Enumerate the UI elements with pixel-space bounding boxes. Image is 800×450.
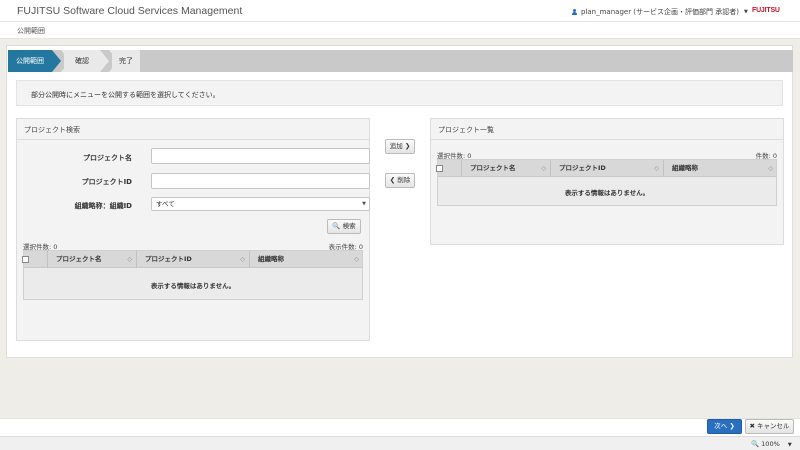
user-menu[interactable]: plan_manager (サービス企画・評価部門 承認者) ▼: [571, 7, 748, 17]
cancel-button-label: キャンセル: [757, 422, 790, 430]
chevron-right-icon: ❯: [729, 422, 735, 430]
user-name: plan_manager (サービス企画・評価部門 承認者): [581, 8, 739, 16]
project-id-label: プロジェクトID: [81, 178, 132, 186]
column-label: プロジェクト名: [56, 255, 102, 263]
column-project-id[interactable]: プロジェクトID ◇: [551, 160, 664, 177]
header-checkbox-cell: [22, 251, 48, 268]
status-bar: 🔍 100% ▼: [0, 436, 800, 450]
footer-bar: [0, 418, 800, 436]
zoom-icon: 🔍: [751, 440, 760, 448]
column-label: 組織略称: [672, 164, 698, 172]
panel-title: プロジェクト検索: [24, 126, 80, 134]
project-name-label: プロジェクト名: [83, 154, 132, 162]
sort-icon: ◇: [768, 165, 773, 172]
chevron-down-icon: ▼: [787, 442, 792, 448]
breadcrumb-bar: 公開範囲: [0, 22, 800, 39]
column-label: 組織略称: [258, 255, 284, 263]
org-select[interactable]: すべて ▼: [151, 197, 370, 211]
close-icon: ✖: [749, 422, 755, 430]
cancel-button[interactable]: ✖ キャンセル: [745, 419, 794, 434]
add-button-label: 追加: [389, 142, 403, 150]
project-name-input[interactable]: [151, 148, 370, 164]
sort-icon: ◇: [240, 256, 245, 263]
step-scope: 公開範囲: [8, 50, 52, 72]
column-org[interactable]: 組織略称 ◇: [250, 251, 363, 268]
project-search-panel: プロジェクト検索 プロジェクト名 プロジェクトID 組織略称：組織ID すべて …: [16, 118, 370, 341]
project-list-table: プロジェクト名 ◇ プロジェクトID ◇ 組織略称 ◇ 表示する情報はありません…: [436, 159, 777, 206]
search-results-table: プロジェクト名 ◇ プロジェクトID ◇ 組織略称 ◇ 表示する情報はありません…: [22, 250, 363, 300]
empty-message: 表示する情報はありません。: [150, 282, 236, 290]
chevron-down-icon: ▼: [362, 201, 366, 207]
instruction-box: 部分公開時にメニューを公開する範囲を選択してください。: [16, 80, 783, 106]
project-id-input[interactable]: [151, 173, 370, 189]
column-org[interactable]: 組織略称 ◇: [664, 160, 777, 177]
divider: [431, 139, 783, 140]
zoom-control[interactable]: 🔍 100% ▼: [751, 440, 792, 448]
divider: [17, 139, 369, 140]
step-arrow: [52, 50, 61, 72]
column-project-id[interactable]: プロジェクトID ◇: [137, 251, 250, 268]
step-confirm: 確認: [64, 50, 100, 72]
search-button[interactable]: 🔍 検索: [327, 219, 361, 234]
select-all-checkbox[interactable]: [22, 256, 29, 263]
column-label: プロジェクト名: [470, 164, 516, 172]
chevron-right-icon: ❯: [404, 142, 411, 150]
chevron-down-icon: ▼: [744, 9, 748, 15]
main-panel: 公開範囲 確認 完了 部分公開時にメニューを公開する範囲を選択してください。 プ…: [6, 45, 793, 358]
instruction-text: 部分公開時にメニューを公開する範囲を選択してください。: [31, 91, 220, 99]
step-indicator: 公開範囲 確認 完了: [8, 50, 793, 72]
sort-icon: ◇: [127, 256, 132, 263]
app-title: FUJITSU Software Cloud Services Manageme…: [17, 5, 243, 17]
panel-title: プロジェクト一覧: [438, 126, 494, 134]
table-header: プロジェクト名 ◇ プロジェクトID ◇ 組織略称 ◇: [22, 251, 363, 268]
column-project-name[interactable]: プロジェクト名 ◇: [48, 251, 137, 268]
add-button[interactable]: 追加 ❯: [385, 139, 415, 154]
column-label: プロジェクトID: [145, 255, 192, 263]
next-button-label: 次へ: [714, 422, 728, 430]
fujitsu-logo: FUJITSU: [752, 7, 780, 14]
header-checkbox-cell: [436, 160, 462, 177]
remove-button-label: 削除: [397, 176, 411, 184]
empty-message: 表示する情報はありません。: [564, 189, 650, 197]
search-button-label: 検索: [342, 222, 356, 230]
org-label: 組織略称：組織ID: [74, 202, 132, 210]
column-label: プロジェクトID: [559, 164, 606, 172]
chevron-left-icon: ❮: [389, 176, 396, 184]
sort-icon: ◇: [541, 165, 546, 172]
select-all-checkbox[interactable]: [436, 165, 443, 172]
table-header: プロジェクト名 ◇ プロジェクトID ◇ 組織略称 ◇: [436, 160, 777, 177]
org-select-value: すべて: [156, 200, 175, 208]
user-icon: [571, 8, 578, 16]
next-button[interactable]: 次へ ❯: [707, 419, 742, 434]
remove-button[interactable]: ❮ 削除: [385, 173, 415, 188]
zoom-level: 100%: [761, 440, 780, 448]
column-project-name[interactable]: プロジェクト名 ◇: [462, 160, 551, 177]
sort-icon: ◇: [354, 256, 359, 263]
search-icon: 🔍: [332, 222, 341, 230]
step-complete: 完了: [112, 50, 140, 72]
breadcrumb: 公開範囲: [17, 27, 45, 35]
sort-icon: ◇: [654, 165, 659, 172]
step-arrow: [100, 50, 109, 72]
app-header: FUJITSU Software Cloud Services Manageme…: [0, 0, 800, 22]
project-list-panel: プロジェクト一覧 選択件数: 0 件数: 0 プロジェクト名 ◇ プロジェクトI…: [430, 118, 784, 245]
